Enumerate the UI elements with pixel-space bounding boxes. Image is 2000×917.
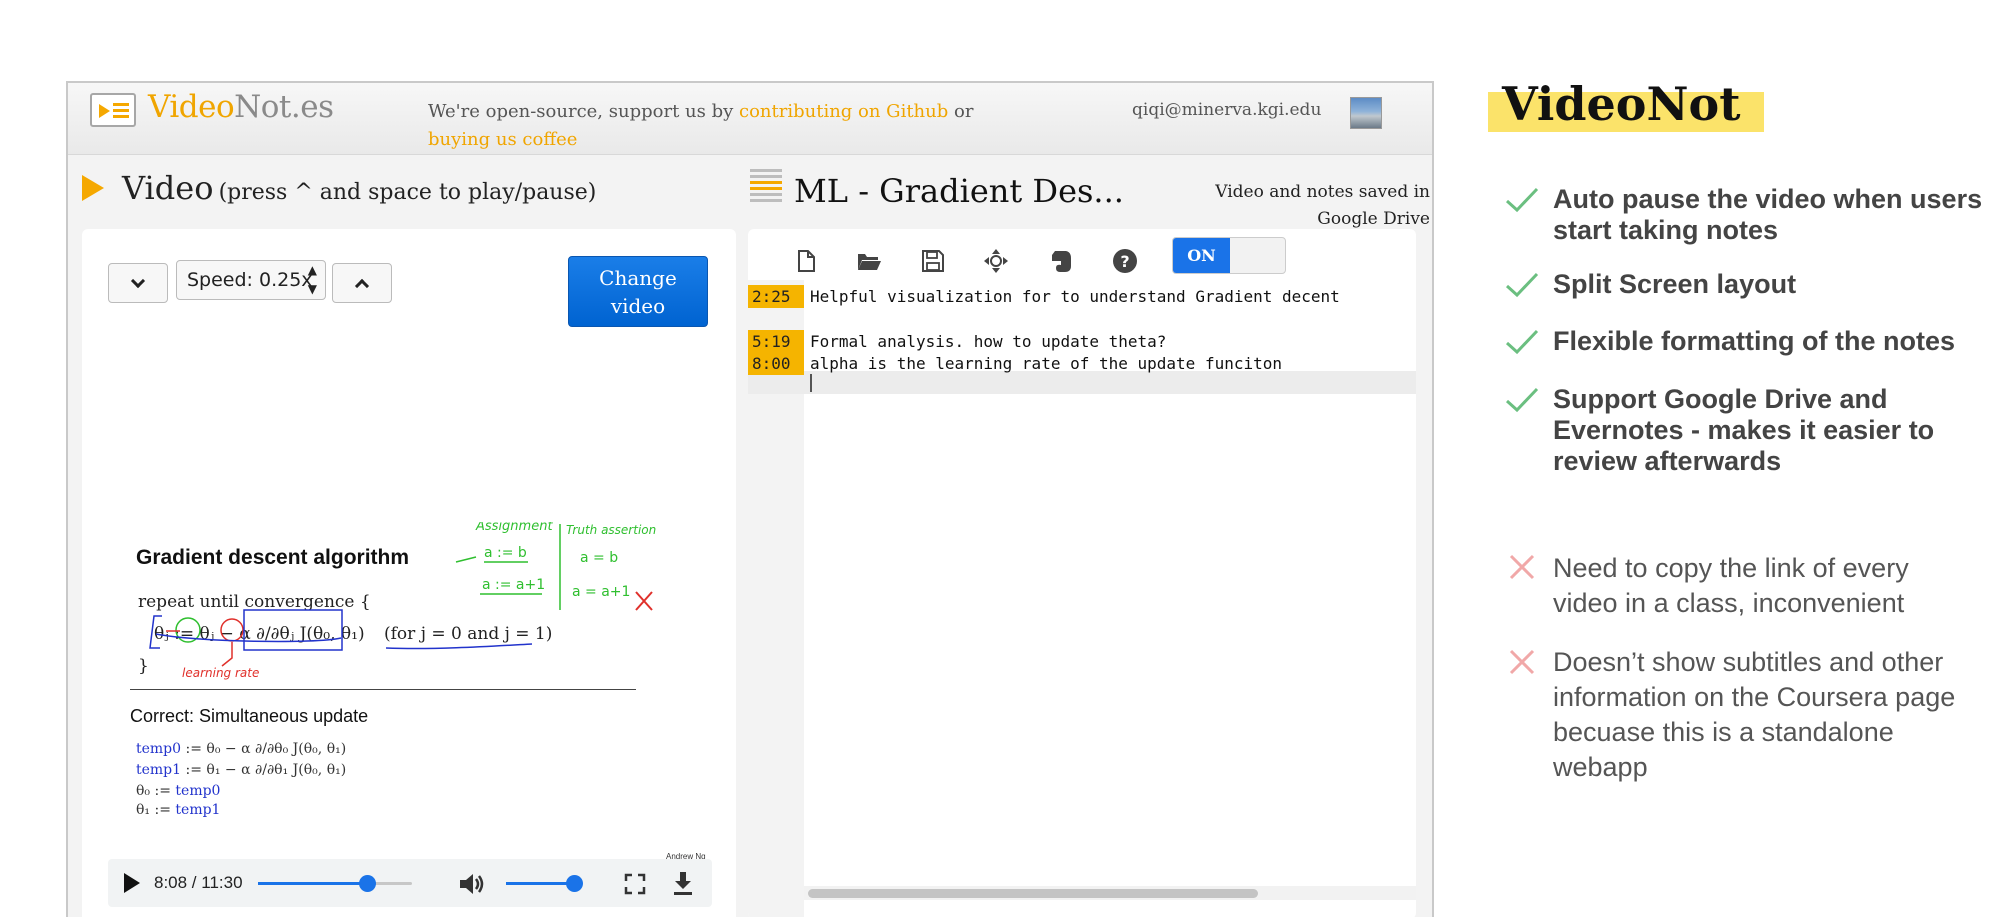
limitation-item: Need to copy the link of every video in …: [1553, 553, 1909, 618]
feature-item: Support Google Drive and Evernotes - mak…: [1553, 384, 1935, 476]
ann-a-eq-b: a := b: [484, 545, 527, 561]
speed-select[interactable]: Speed: 0.25x ▲ ▼: [176, 260, 326, 300]
eq2-rhs: := θ₁ − α ∂/∂θ₁ J(θ₀, θ₁): [185, 762, 347, 778]
avatar[interactable]: [1350, 97, 1382, 129]
video-player-controls: 8:08 / 11:30: [108, 859, 712, 907]
eq2-var: temp1: [136, 762, 182, 778]
handwritten-annotations: Assignment a := b a := a+1 Truth asserti…: [149, 522, 656, 680]
feature-item: Flexible formatting of the notes: [1553, 326, 1956, 356]
open-folder-icon[interactable]: [856, 248, 882, 274]
video-title-text: Video: [122, 169, 214, 207]
speed-select-label: Speed: 0.25x: [187, 269, 313, 291]
logo-text-part1: Video: [148, 89, 235, 125]
volume-icon[interactable]: [458, 872, 486, 896]
speed-up-button[interactable]: [332, 263, 392, 303]
check-icon: [1505, 387, 1539, 413]
note-text[interactable]: alpha is the learning rate of the update…: [810, 352, 1282, 375]
app-window: VideoNot.es We're open-source, support u…: [66, 81, 1434, 917]
eq1-rhs: := θ₀ − α ∂/∂θ₀ J(θ₀, θ₁): [185, 741, 347, 757]
ann-a-eq-a1: a := a+1: [482, 577, 545, 593]
notes-card: ? ON 2:25 Helpful visualization for to u…: [748, 229, 1416, 917]
top-bar: VideoNot.es We're open-source, support u…: [68, 83, 1432, 155]
change-video-button[interactable]: Change video: [568, 256, 708, 327]
ann-learning-rate: learning rate: [182, 666, 259, 680]
brand-title: VideoNot: [1502, 77, 1741, 131]
note-timestamp[interactable]: 2:25: [748, 285, 804, 308]
feature-item: Auto pause the video when users start ta…: [1553, 184, 1983, 245]
check-icon: [1505, 329, 1539, 355]
ann-assignment: Assignment: [475, 522, 553, 534]
logo-text[interactable]: VideoNot.es: [148, 89, 334, 125]
new-file-icon[interactable]: [793, 248, 819, 274]
video-card: Speed: 0.25x ▲ ▼ Change video Gradient de…: [82, 229, 736, 917]
ann-truth-a1: a = a+1: [572, 584, 630, 600]
speed-down-button[interactable]: [108, 263, 168, 303]
text-cursor: [810, 374, 812, 392]
cross-icon: [1509, 649, 1535, 675]
evernote-icon[interactable]: [1048, 248, 1074, 274]
time-display: 8:08 / 11:30: [154, 873, 243, 892]
video-frame[interactable]: Gradient descent algorithm repeat until …: [130, 522, 716, 892]
horizontal-scrollbar[interactable]: [804, 886, 1416, 900]
ann-truth-ab: a = b: [580, 550, 618, 566]
logo-icon[interactable]: [90, 93, 136, 127]
progress-fill: [258, 882, 368, 885]
cross-icon: [1509, 554, 1535, 580]
chevron-down-icon: [130, 273, 146, 288]
eq3-var: temp0: [175, 783, 221, 799]
download-icon[interactable]: [671, 870, 695, 896]
progress-knob[interactable]: [359, 875, 377, 892]
play-icon[interactable]: [124, 873, 140, 893]
check-icon: [1505, 272, 1539, 298]
scrollbar-thumb[interactable]: [808, 889, 1258, 898]
promo-or: or: [948, 101, 974, 122]
eq4-var: temp1: [175, 802, 221, 818]
select-arrows-icon: ▲ ▼: [307, 263, 317, 296]
eq3-lhs: θ₀ :=: [136, 783, 171, 799]
help-icon[interactable]: ?: [1112, 248, 1138, 274]
github-link[interactable]: contributing on Github: [739, 101, 948, 122]
save-status: Video and notes saved in Google Drive: [1178, 179, 1430, 233]
volume-knob[interactable]: [566, 875, 584, 892]
feature-item: Split Screen layout: [1553, 269, 1797, 299]
progress-track[interactable]: [258, 882, 412, 885]
eq1-var: temp0: [136, 741, 182, 757]
notes-icon: [750, 169, 782, 215]
chevron-up-icon: [354, 278, 370, 293]
slide-eq1: temp0 := θ₀ − α ∂/∂θ₀ J(θ₀, θ₁): [136, 741, 346, 757]
autopause-toggle[interactable]: ON: [1172, 237, 1286, 274]
slide-eq2: temp1 := θ₁ − α ∂/∂θ₁ J(θ₀, θ₁): [136, 762, 346, 778]
note-timestamp[interactable]: 8:00: [748, 352, 804, 375]
play-triangle-icon: [82, 175, 104, 201]
user-email[interactable]: qiqi@minerva.kgi.edu: [1132, 100, 1321, 120]
logo-text-part2: Not.es: [234, 89, 334, 125]
notes-title[interactable]: ML - Gradient Des...: [794, 172, 1124, 210]
svg-text:?: ?: [1120, 252, 1129, 271]
check-icon: [1505, 187, 1539, 213]
move-icon[interactable]: [983, 248, 1009, 274]
eq4-lhs: θ₁ :=: [136, 802, 171, 818]
slide-eq3: θ₀ := temp0: [136, 783, 220, 799]
promo-text: We're open-source, support us by contrib…: [428, 98, 1048, 154]
coffee-link[interactable]: buying us coffee: [428, 129, 577, 150]
video-hint-text: (press ^ and space to play/pause): [218, 180, 597, 205]
save-icon[interactable]: [920, 248, 946, 274]
toggle-on-label: ON: [1173, 238, 1230, 273]
volume-fill: [506, 882, 575, 885]
note-text[interactable]: Helpful visualization for to understand …: [810, 285, 1340, 308]
note-text[interactable]: Formal analysis. how to update theta?: [810, 330, 1166, 353]
video-panel-title: Video (press ^ and space to play/pause): [122, 169, 596, 207]
ann-truth: Truth assertion: [566, 523, 656, 537]
save-status-line1: Video and notes saved in: [1215, 182, 1430, 202]
slide-eq4: θ₁ := temp1: [136, 802, 220, 818]
promo-prefix: We're open-source, support us by: [428, 101, 739, 122]
note-timestamp[interactable]: 5:19: [748, 330, 804, 353]
limitation-item: Doesn’t show subtitles and other informa…: [1553, 647, 1956, 782]
fullscreen-icon[interactable]: [624, 873, 646, 895]
